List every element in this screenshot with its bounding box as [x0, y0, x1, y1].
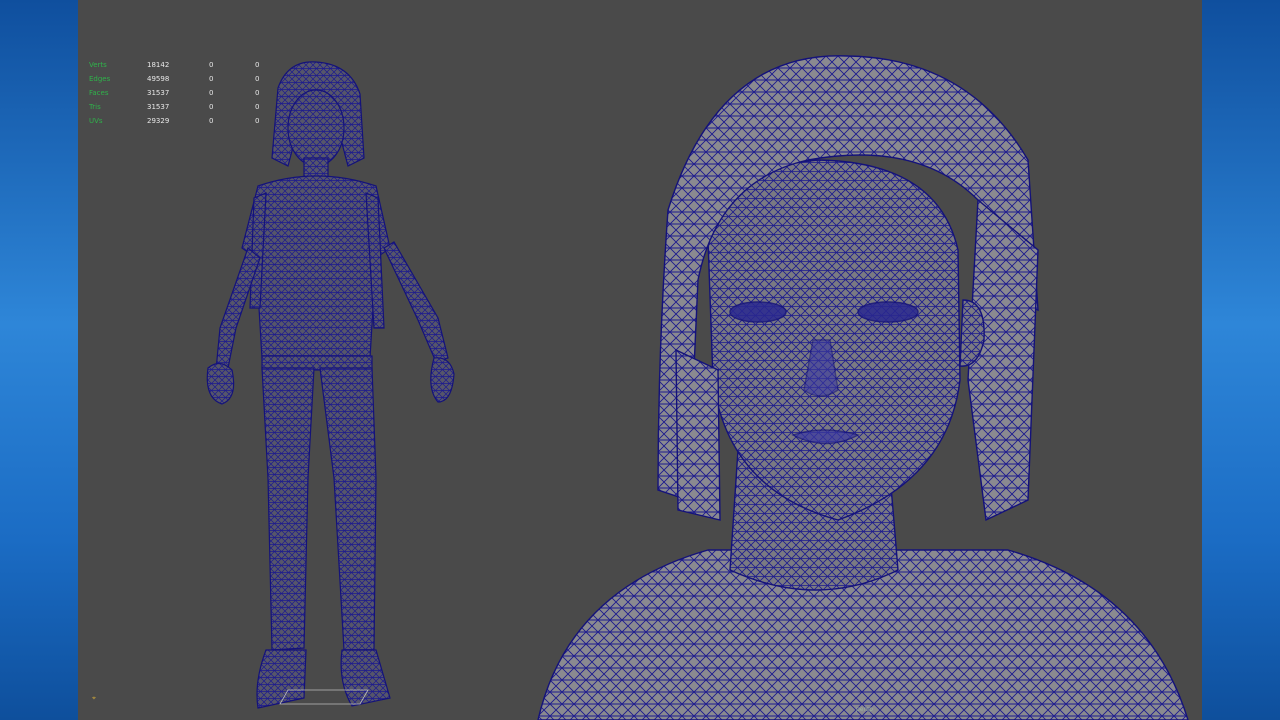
left-desktop-border [0, 0, 78, 720]
full-body-wireframe-model[interactable] [138, 58, 498, 718]
maya-viewport[interactable]: Verts 18142 0 0 Edges 49598 0 0 Faces 31… [78, 0, 1202, 720]
closeup-bust-wireframe-model[interactable] [508, 50, 1198, 720]
axis-gizmo-icon: ⌖ [92, 694, 96, 702]
camera-label: persp [856, 706, 873, 713]
right-desktop-border [1202, 0, 1280, 720]
